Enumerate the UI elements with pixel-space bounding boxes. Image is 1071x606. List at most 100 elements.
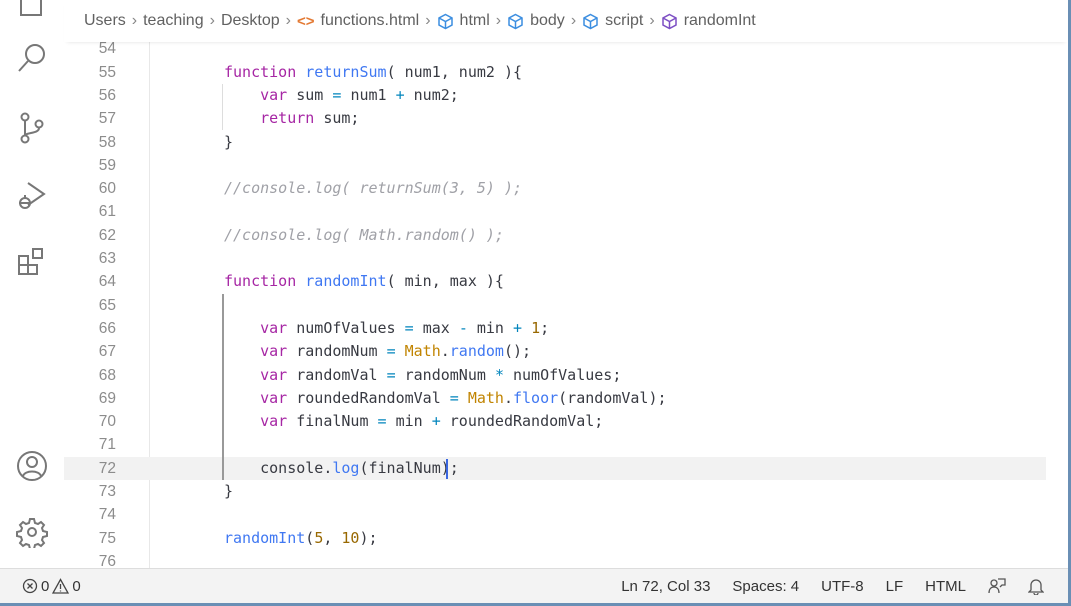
code-text: function returnSum( num1, num2 ){ xyxy=(224,61,522,84)
element-icon xyxy=(437,13,454,30)
breadcrumb-separator: › xyxy=(570,12,577,29)
code-line[interactable]: 64 function randomInt( min, max ){ xyxy=(64,270,1046,293)
code-line[interactable]: 57 return sum; xyxy=(64,107,1046,130)
line-number: 59 xyxy=(98,156,116,174)
breadcrumb-item[interactable]: script xyxy=(582,12,643,30)
code-token: finalNum xyxy=(296,412,378,431)
code-line[interactable]: 60 //console.log( returnSum(3, 5) ); xyxy=(64,177,1046,200)
code-token: = xyxy=(404,318,423,337)
breadcrumb: Users › teaching › Desktop › <> functions.html ›… xyxy=(64,0,1068,42)
code-line[interactable]: 62 //console.log( Math.random() ); xyxy=(64,224,1046,247)
code-token: + xyxy=(395,85,414,104)
code-line[interactable]: 76 xyxy=(64,550,1046,568)
problems-indicator[interactable]: 0 0 xyxy=(22,578,81,595)
line-number: 64 xyxy=(98,273,116,291)
breadcrumb-label: script xyxy=(605,12,644,29)
indent-guide xyxy=(222,293,224,480)
indentation[interactable]: Spaces: 4 xyxy=(732,578,799,595)
code-line[interactable]: 61 xyxy=(64,200,1046,223)
line-number: 58 xyxy=(98,133,116,151)
code-token: function xyxy=(224,272,306,291)
code-token: var xyxy=(260,365,297,384)
code-token: floor xyxy=(513,388,559,407)
code-token: ; xyxy=(540,318,550,337)
breadcrumb-label: html xyxy=(459,12,490,29)
indent-guide xyxy=(222,83,223,131)
run-debug-icon[interactable] xyxy=(14,178,50,214)
code-token: console. xyxy=(224,458,333,477)
line-number: 55 xyxy=(98,63,116,81)
breadcrumb-item[interactable]: Users xyxy=(84,12,126,30)
code-line[interactable]: 72 console.log(finalNum); xyxy=(64,456,1046,480)
breadcrumb-item[interactable]: teaching xyxy=(143,12,204,30)
code-token: returnSum xyxy=(305,62,387,81)
line-number: 62 xyxy=(98,226,116,244)
code-token: + xyxy=(431,412,450,431)
code-token: } xyxy=(224,482,234,500)
code-line[interactable]: 71 xyxy=(64,433,1046,456)
account-icon[interactable] xyxy=(14,448,50,484)
code-line[interactable]: 74 xyxy=(64,503,1046,526)
breadcrumb-label: randomInt xyxy=(683,12,756,29)
breadcrumb-item[interactable]: body xyxy=(507,12,565,30)
activity-bar: 1 xyxy=(0,0,64,568)
breadcrumb-label: functions.html xyxy=(320,12,420,29)
feedback-icon[interactable] xyxy=(988,577,1006,595)
error-icon xyxy=(22,578,38,594)
code-text: var finalNum = min + roundedRandomVal; xyxy=(224,410,603,433)
code-line[interactable]: 56 var sum = num1 + num2; xyxy=(64,84,1046,107)
code-text: //console.log( Math.random() ); xyxy=(224,224,504,247)
breadcrumb-item[interactable]: <> functions.html xyxy=(297,12,419,30)
source-control-icon[interactable] xyxy=(14,110,50,146)
extensions-icon[interactable] xyxy=(14,244,50,280)
code-line[interactable]: 55 function returnSum( num1, num2 ){ xyxy=(64,61,1046,84)
code-line[interactable]: 59 xyxy=(64,154,1046,177)
code-token: = xyxy=(386,342,405,361)
code-editor[interactable]: 53//addNums(325, 415);5455function retur… xyxy=(64,24,1068,568)
code-token: * xyxy=(494,365,513,384)
code-token: function xyxy=(224,62,306,81)
code-line[interactable]: 65 xyxy=(64,294,1046,317)
code-token: numOfValues xyxy=(296,318,405,337)
line-number: 56 xyxy=(98,86,116,104)
element-icon xyxy=(582,13,599,30)
code-token: randomVal xyxy=(296,365,387,384)
code-line[interactable]: 63 xyxy=(64,247,1046,270)
code-line[interactable]: 70 var finalNum = min + roundedRandomVal… xyxy=(64,410,1046,433)
code-line[interactable]: 69 var roundedRandomVal = Math.floor(ran… xyxy=(64,387,1046,410)
code-line[interactable]: 66 var numOfValues = max - min + 1; xyxy=(64,317,1046,340)
cursor-position[interactable]: Ln 72, Col 33 xyxy=(621,578,710,595)
gear-icon[interactable] xyxy=(14,514,50,550)
code-line[interactable]: 75 randomInt(5, 10); xyxy=(64,527,1046,550)
code-token: = xyxy=(377,412,396,431)
files-icon[interactable]: 1 xyxy=(14,0,50,22)
language-mode[interactable]: HTML xyxy=(925,578,966,595)
code-token: roundedRandomVal; xyxy=(449,412,604,431)
code-token: sum; xyxy=(323,109,360,128)
code-line[interactable]: 68 var randomVal = randomNum * numOfValu… xyxy=(64,364,1046,387)
code-line[interactable]: 73} xyxy=(64,480,1046,503)
breadcrumb-item[interactable]: html xyxy=(437,12,490,30)
search-icon[interactable] xyxy=(14,40,50,76)
code-token: var xyxy=(260,388,297,407)
code-token: sum xyxy=(296,85,333,104)
code-token: return xyxy=(260,109,324,128)
code-token: = xyxy=(386,365,405,384)
encoding[interactable]: UTF-8 xyxy=(821,578,864,595)
warning-icon xyxy=(52,578,70,594)
notifications-bell-icon[interactable] xyxy=(1028,577,1044,595)
breadcrumb-item[interactable]: Desktop xyxy=(221,12,280,30)
code-line[interactable]: 67 var randomNum = Math.random(); xyxy=(64,340,1046,363)
line-number: 61 xyxy=(98,203,116,221)
breadcrumb-item[interactable]: randomInt xyxy=(661,12,756,30)
code-token: randomNum xyxy=(404,365,495,384)
code-line[interactable]: 58} xyxy=(64,131,1046,154)
end-of-line[interactable]: LF xyxy=(886,578,904,595)
code-token: (finalNum); xyxy=(359,458,459,477)
code-token: 5 xyxy=(314,528,324,547)
element-icon xyxy=(507,13,524,30)
line-number: 69 xyxy=(98,389,116,407)
